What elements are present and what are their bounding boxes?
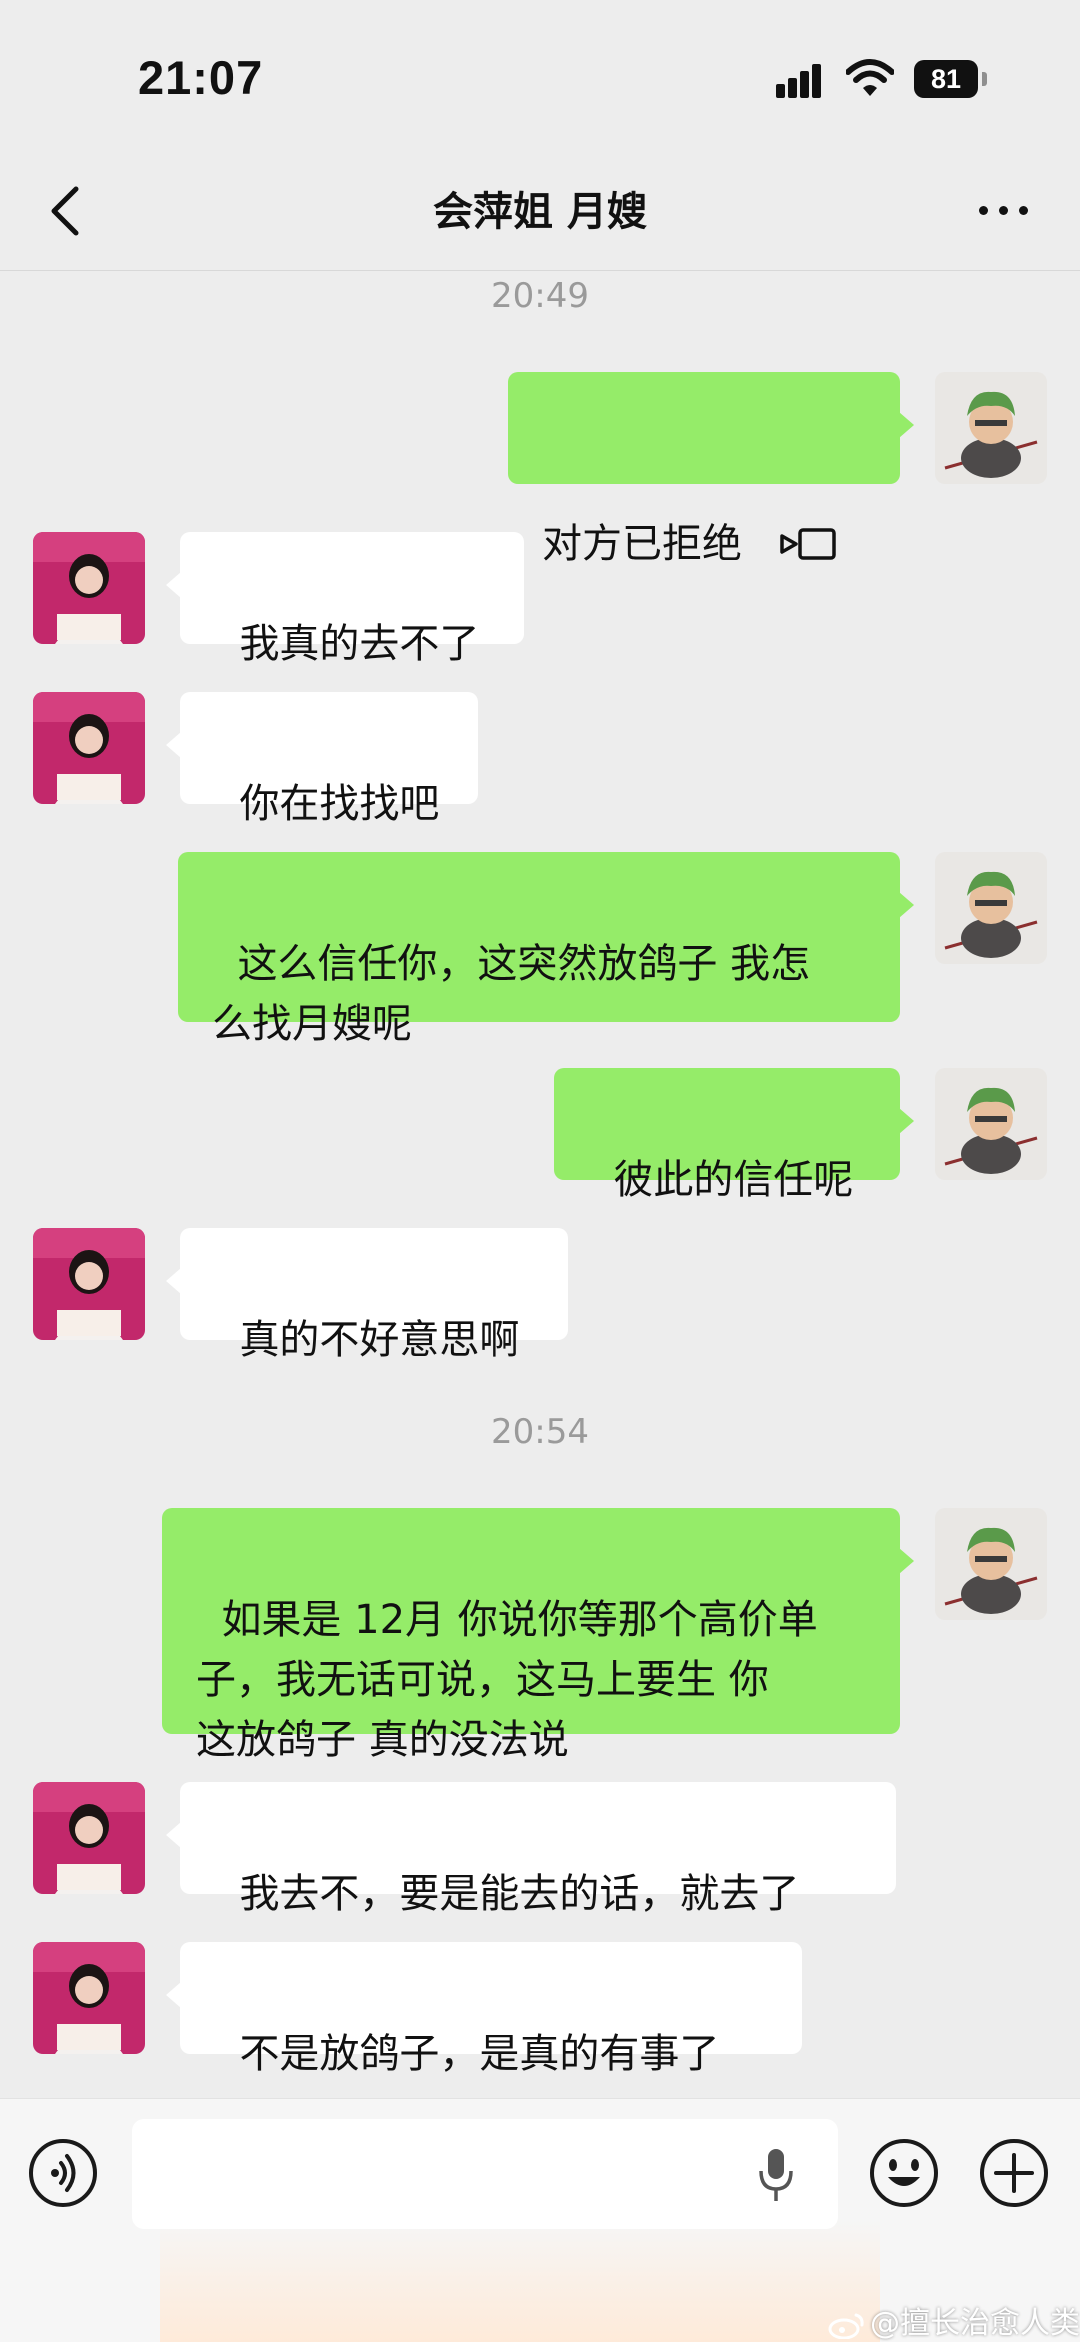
- avatar-image: [935, 852, 1047, 964]
- avatar-image: [935, 1508, 1047, 1620]
- message-text: 这么信任你，这突然放鸽子 我怎 么找月嫂呢: [212, 941, 811, 1047]
- my-avatar[interactable]: [935, 852, 1047, 964]
- signal-icon: [776, 62, 830, 98]
- my-avatar[interactable]: [935, 1508, 1047, 1620]
- message-bubble-incoming[interactable]: 你在找找吧: [166, 692, 478, 827]
- timestamp: 20:49: [491, 276, 589, 316]
- status-time: 21:07: [138, 51, 264, 104]
- chat-header: 会萍姐 月嫂: [0, 155, 1080, 271]
- video-call-icon: [780, 528, 836, 560]
- avatar-image: [33, 532, 145, 644]
- message-bubble-outgoing[interactable]: 这么信任你，这突然放鸽子 我怎 么找月嫂呢: [178, 852, 914, 1047]
- message-bubble-outgoing[interactable]: 如果是 12月 你说你等那个高价单 子，我无话可说，这马上要生 你 这放鸽子 真…: [162, 1508, 914, 1763]
- message-text: 你在找找吧: [239, 781, 440, 827]
- my-avatar[interactable]: [935, 372, 1047, 484]
- battery-tip: [982, 72, 987, 86]
- message-text: 彼此的信任呢: [613, 1157, 854, 1203]
- watermark-text: @擅长治愈人类: [870, 2306, 1080, 2341]
- emoji-button[interactable]: [868, 2137, 940, 2209]
- message-bubble-incoming[interactable]: 我真的去不了: [166, 532, 524, 667]
- message-bubble-outgoing[interactable]: 彼此的信任呢: [554, 1068, 914, 1203]
- status-bar: 21:07 81: [0, 0, 1080, 155]
- plus-button[interactable]: [978, 2137, 1050, 2209]
- avatar-image: [935, 372, 1047, 484]
- weibo-logo-icon: [828, 2313, 864, 2339]
- watermark: @擅长治愈人类: [828, 2298, 1080, 2342]
- avatar-image: [33, 1782, 145, 1894]
- message-bubble-incoming[interactable]: 真的不好意思啊: [166, 1228, 568, 1363]
- chat-title: 会萍姐 月嫂: [433, 189, 647, 235]
- my-avatar[interactable]: [935, 1068, 1047, 1180]
- wifi-icon: [846, 59, 894, 96]
- contact-avatar[interactable]: [33, 1228, 145, 1340]
- more-options-button[interactable]: [974, 189, 1034, 229]
- message-bubble-incoming[interactable]: 我去不，要是能去的话，就去了: [166, 1782, 896, 1917]
- message-bubble-outgoing[interactable]: 对方已拒绝: [508, 372, 914, 567]
- contact-avatar[interactable]: [33, 1942, 145, 2054]
- message-input[interactable]: [132, 2119, 838, 2229]
- microphone-icon[interactable]: [758, 2147, 794, 2203]
- battery-icon: 81: [914, 60, 978, 98]
- message-text: 我真的去不了: [239, 621, 480, 667]
- message-text: 我去不，要是能去的话，就去了: [239, 1871, 800, 1917]
- timestamp: 20:54: [491, 1412, 589, 1452]
- message-text: 对方已拒绝: [542, 521, 742, 567]
- contact-avatar[interactable]: [33, 692, 145, 804]
- input-bar-glow: [160, 2219, 880, 2342]
- contact-avatar[interactable]: [33, 1782, 145, 1894]
- message-text: 如果是 12月 你说你等那个高价单 子，我无话可说，这马上要生 你 这放鸽子 真…: [196, 1597, 818, 1763]
- message-text: 真的不好意思啊: [239, 1317, 520, 1363]
- avatar-image: [935, 1068, 1047, 1180]
- avatar-image: [33, 692, 145, 804]
- avatar-image: [33, 1942, 145, 2054]
- message-text: 不是放鸽子，是真的有事了: [239, 2031, 720, 2077]
- message-bubble-incoming[interactable]: 不是放鸽子，是真的有事了: [166, 1942, 802, 2077]
- avatar-image: [33, 1228, 145, 1340]
- voice-input-button[interactable]: [29, 2139, 97, 2207]
- contact-avatar[interactable]: [33, 532, 145, 644]
